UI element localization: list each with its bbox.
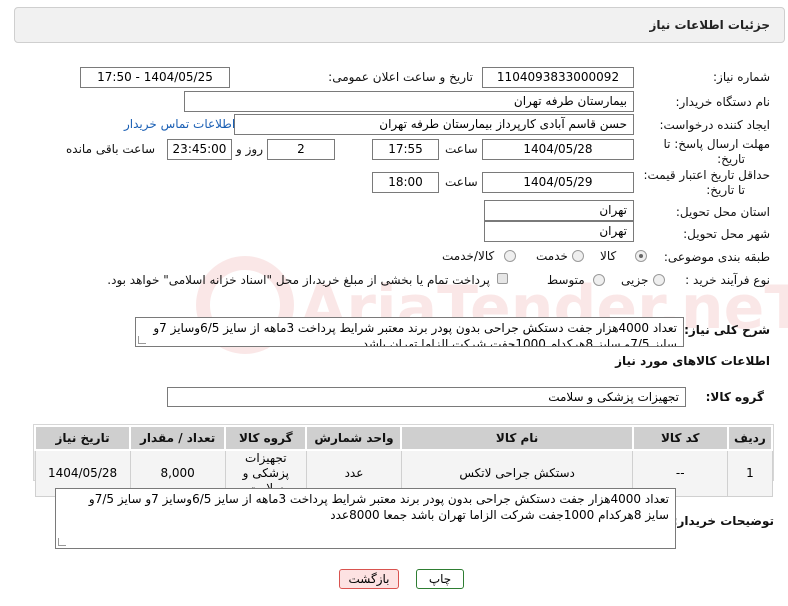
category-option-service: خدمت xyxy=(536,249,568,263)
process-option-medium: متوسط xyxy=(547,273,585,287)
reply-deadline-label: مهلت ارسال پاسخ: تا xyxy=(663,137,770,151)
col-unit: واحد شمارش xyxy=(305,425,403,451)
summary-label: شرح کلی نیاز: xyxy=(684,323,770,337)
reply-time-field: 17:55 xyxy=(372,139,439,160)
goods-group-label: گروه کالا: xyxy=(705,390,764,404)
process-label: نوع فرآیند خرید : xyxy=(685,273,770,287)
days-label: روز و xyxy=(236,142,263,156)
col-group: گروه کالا xyxy=(224,425,308,451)
page-title: جزئیات اطلاعات نیاز xyxy=(649,18,770,32)
reply-deadline-label-2: تاریخ: xyxy=(717,152,745,166)
validity-label-2: تا تاریخ: xyxy=(706,183,745,197)
buyer-org-label: نام دستگاه خریدار: xyxy=(675,95,771,109)
col-need-date: تاریخ نیاز xyxy=(33,425,132,451)
goods-group-field: تجهیزات پزشکی و سلامت xyxy=(167,387,686,407)
category-radio-goods-service[interactable] xyxy=(504,250,516,262)
buyer-notes-textarea[interactable]: تعداد 4000هزار جفت دستکش جراحی بدون پودر… xyxy=(55,488,676,549)
announce-field: 1404/05/25 - 17:50 xyxy=(80,67,230,88)
category-option-goods-service: کالا/خدمت xyxy=(442,249,495,263)
buyer-org-field: بیمارستان طرفه تهران xyxy=(184,91,634,112)
col-item-name: نام کالا xyxy=(400,425,634,451)
resize-handle-icon[interactable] xyxy=(58,538,66,546)
process-radio-partial[interactable] xyxy=(653,274,665,286)
goods-table: ردیف کد کالا نام کالا واحد شمارش گروه کا… xyxy=(33,425,774,497)
category-option-goods: کالا xyxy=(600,249,617,263)
requester-field: حسن قاسم آبادی کارپرداز بیمارستان طرفه ت… xyxy=(234,114,634,135)
summary-text: تعداد 4000هزار جفت دستکش جراحی بدون پودر… xyxy=(153,321,677,347)
validity-time-label: ساعت xyxy=(445,175,478,189)
validity-time-field: 18:00 xyxy=(372,172,439,193)
category-radio-service[interactable] xyxy=(572,250,584,262)
process-option-partial: جزیی xyxy=(621,273,649,287)
goods-table-container: ردیف کد کالا نام کالا واحد شمارش گروه کا… xyxy=(33,424,774,497)
payment-checkbox[interactable] xyxy=(497,273,508,284)
category-label: طبقه بندی موضوعی: xyxy=(663,250,770,264)
need-number-label: شماره نیاز: xyxy=(713,70,770,84)
cell-row-number: 1 xyxy=(727,449,773,497)
province-field: تهران xyxy=(484,200,634,221)
province-label: استان محل تحویل: xyxy=(675,205,770,219)
goods-table-header: ردیف کد کالا نام کالا واحد شمارش گروه کا… xyxy=(33,425,774,451)
category-radio-goods[interactable] xyxy=(635,250,647,262)
reply-date-field: 1404/05/28 xyxy=(482,139,634,160)
col-item-code: کد کالا xyxy=(631,425,729,451)
reply-time-label: ساعت xyxy=(445,142,478,156)
requester-label: ایجاد کننده درخواست: xyxy=(659,118,770,132)
buyer-notes-label: توضیحات خریدار: xyxy=(672,514,774,528)
days-field: 2 xyxy=(267,139,335,160)
city-field: تهران xyxy=(484,221,634,242)
goods-section-title: اطلاعات کالاهای مورد نیاز xyxy=(615,354,770,368)
buyer-notes-text: تعداد 4000هزار جفت دستکش جراحی بدون پودر… xyxy=(88,492,669,522)
summary-textarea[interactable]: تعداد 4000هزار جفت دستکش جراحی بدون پودر… xyxy=(135,317,684,347)
remaining-label: ساعت باقی مانده xyxy=(66,142,156,156)
resize-handle-icon[interactable] xyxy=(138,336,146,344)
contact-info-link[interactable]: اطلاعات تماس خریدار xyxy=(124,117,235,131)
announce-label: تاریخ و ساعت اعلان عمومی: xyxy=(328,70,473,84)
header-panel: جزئیات اطلاعات نیاز xyxy=(14,7,785,43)
city-label: شهر محل تحویل: xyxy=(683,227,770,241)
col-row-number: ردیف xyxy=(726,425,774,451)
payment-note: پرداخت تمام یا بخشی از مبلغ خرید،از محل … xyxy=(107,273,490,287)
process-radio-medium[interactable] xyxy=(593,274,605,286)
need-number-field: 1104093833000092 xyxy=(482,67,634,88)
col-quantity: تعداد / مقدار xyxy=(129,425,227,451)
remaining-time-field: 23:45:00 xyxy=(167,139,232,160)
back-button[interactable]: بازگشت xyxy=(339,569,399,589)
validity-label: حداقل تاریخ اعتبار قیمت: xyxy=(643,168,770,182)
print-button[interactable]: چاپ xyxy=(416,569,464,589)
validity-date-field: 1404/05/29 xyxy=(482,172,634,193)
